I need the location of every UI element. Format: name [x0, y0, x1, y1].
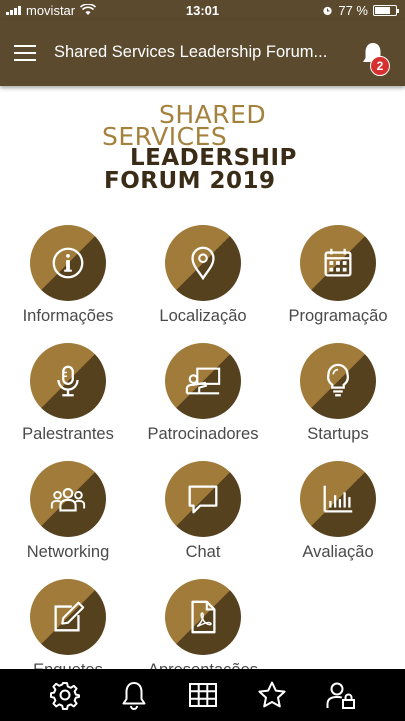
- user-lock-icon: [326, 682, 355, 709]
- battery-icon: [373, 4, 399, 16]
- menu-item-avaliacao[interactable]: Avaliação: [270, 461, 405, 571]
- edit-icon: [30, 579, 106, 655]
- logo-line-forum: FORUM 2019: [104, 168, 276, 194]
- grid-icon: [188, 683, 217, 707]
- lightbulb-icon: [300, 343, 376, 419]
- menu-item-label: Palestrantes: [22, 425, 114, 443]
- menu-item-label: Programação: [288, 307, 388, 325]
- tab-settings[interactable]: [47, 677, 83, 713]
- app-header: Shared Services Leadership Forum... 2: [0, 20, 405, 86]
- gear-icon: [49, 682, 80, 710]
- presenter-icon: [165, 343, 241, 419]
- tab-notifications[interactable]: [116, 677, 152, 713]
- status-bar: movistar 13:01 77 %: [0, 0, 405, 20]
- menu-item-startups[interactable]: Startups: [270, 343, 405, 453]
- menu-item-label: Avaliação: [302, 543, 374, 561]
- menu-item-informacoes[interactable]: Informações: [0, 225, 136, 335]
- battery-percentage: 77 %: [338, 2, 368, 18]
- pdf-file-icon: [165, 579, 241, 655]
- people-icon: [30, 461, 106, 537]
- location-pin-icon: [165, 225, 241, 301]
- menu-item-label: Patrocinadores: [147, 425, 259, 443]
- tab-favorites[interactable]: [254, 677, 290, 713]
- menu-item-chat[interactable]: Chat: [135, 461, 271, 571]
- menu-item-networking[interactable]: Networking: [0, 461, 136, 571]
- menu-item-label: Startups: [307, 425, 369, 443]
- bar-chart-icon: [300, 461, 376, 537]
- page-title: Shared Services Leadership Forum...: [54, 43, 328, 61]
- menu-item-localizacao[interactable]: Localização: [135, 225, 271, 335]
- bottom-tab-bar: [0, 669, 405, 721]
- menu-item-label: Localização: [159, 307, 247, 325]
- tab-profile[interactable]: [323, 677, 359, 713]
- info-icon: [30, 225, 106, 301]
- menu-item-label: Chat: [185, 543, 221, 561]
- microphone-icon: [30, 343, 106, 419]
- alarm-icon: [323, 6, 332, 15]
- menu-item-patrocinadores[interactable]: Patrocinadores: [135, 343, 271, 453]
- menu-item-palestrantes[interactable]: Palestrantes: [0, 343, 136, 453]
- menu-item-programacao[interactable]: Programação: [270, 225, 405, 335]
- event-logo: SHARED SERVICES LEADERSHIP FORUM 2019: [100, 100, 310, 196]
- menu-item-label: Networking: [26, 543, 110, 561]
- tab-grid[interactable]: [185, 677, 221, 713]
- calendar-icon: [300, 225, 376, 301]
- chat-bubble-icon: [165, 461, 241, 537]
- notification-badge: 2: [370, 56, 390, 76]
- menu-icon[interactable]: [14, 45, 36, 61]
- menu-item-label: Informações: [22, 307, 114, 325]
- star-icon: [257, 681, 286, 708]
- bell-icon: [122, 682, 145, 710]
